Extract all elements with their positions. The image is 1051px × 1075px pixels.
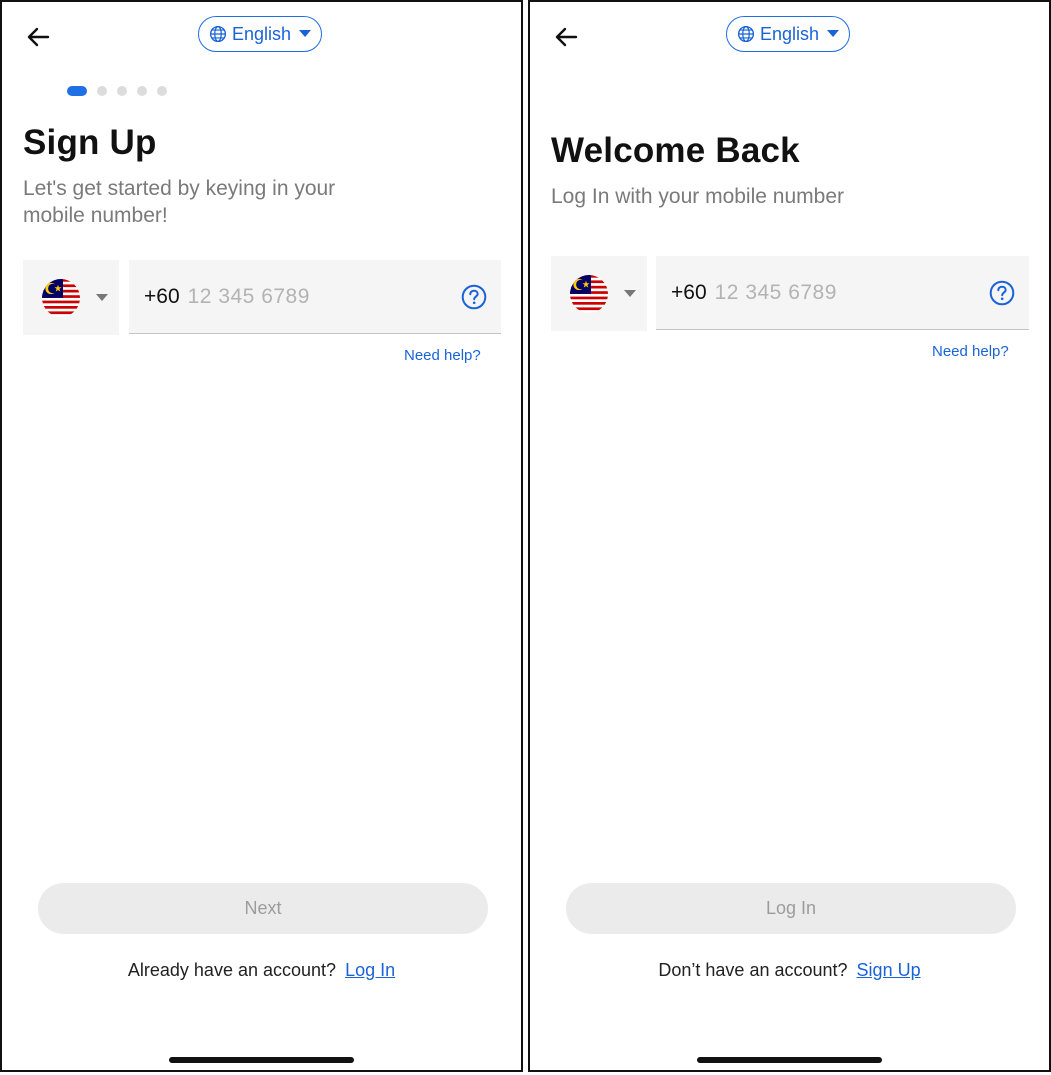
caret-down-icon — [827, 30, 839, 38]
login-prompt: Already have an account? Log In — [2, 960, 521, 981]
step-dot — [137, 86, 147, 96]
phone-number-field[interactable]: +60 — [656, 256, 1029, 330]
malaysia-flag-icon — [570, 275, 608, 313]
signup-prompt-text: Don’t have an account? — [658, 960, 848, 980]
signup-screen: English Sign Up Let's get started by key… — [0, 0, 523, 1072]
phone-number-input[interactable] — [712, 279, 967, 306]
page-subtitle: Let's get started by keying in your mobi… — [23, 175, 335, 229]
back-arrow-icon[interactable] — [24, 22, 54, 52]
globe-icon — [209, 25, 227, 43]
subtitle-line-2: mobile number! — [23, 204, 168, 227]
step-dot — [157, 86, 167, 96]
caret-down-icon — [96, 294, 108, 301]
step-indicator — [67, 86, 167, 96]
globe-icon — [737, 25, 755, 43]
language-selector[interactable]: English — [198, 16, 322, 52]
caret-down-icon — [624, 290, 636, 297]
step-dot — [117, 86, 127, 96]
phone-number-input[interactable] — [185, 283, 440, 310]
signup-link[interactable]: Sign Up — [857, 960, 921, 980]
home-indicator — [169, 1057, 354, 1063]
phone-number-field[interactable]: +60 — [129, 260, 501, 334]
country-code-selector[interactable] — [23, 260, 119, 335]
login-link[interactable]: Log In — [345, 960, 395, 980]
need-help-link[interactable]: Need help? — [404, 347, 481, 364]
page-subtitle: Log In with your mobile number — [551, 185, 844, 208]
need-help-link[interactable]: Need help? — [932, 343, 1009, 360]
language-label: English — [759, 23, 820, 44]
login-screen: English Welcome Back Log In with your mo… — [528, 0, 1051, 1072]
login-prompt-text: Already have an account? — [127, 960, 337, 980]
signup-prompt: Don’t have an account? Sign Up — [530, 960, 1049, 981]
malaysia-flag-icon — [42, 279, 80, 317]
country-code-selector[interactable] — [551, 256, 647, 331]
next-button[interactable]: Next — [38, 883, 488, 934]
language-label: English — [231, 23, 292, 44]
country-code-prefix: +60 — [671, 280, 707, 304]
page-title: Sign Up — [23, 123, 157, 162]
question-circle-icon[interactable] — [461, 284, 487, 310]
language-selector[interactable]: English — [726, 16, 850, 52]
home-indicator — [697, 1057, 882, 1063]
subtitle-line-1: Let's get started by keying in your — [23, 177, 336, 200]
page-title: Welcome Back — [551, 131, 800, 170]
question-circle-icon[interactable] — [989, 280, 1015, 306]
country-code-prefix: +60 — [144, 284, 180, 308]
caret-down-icon — [299, 30, 311, 38]
step-dot-active — [67, 86, 87, 96]
step-dot — [97, 86, 107, 96]
login-button[interactable]: Log In — [566, 883, 1016, 934]
back-arrow-icon[interactable] — [552, 22, 582, 52]
